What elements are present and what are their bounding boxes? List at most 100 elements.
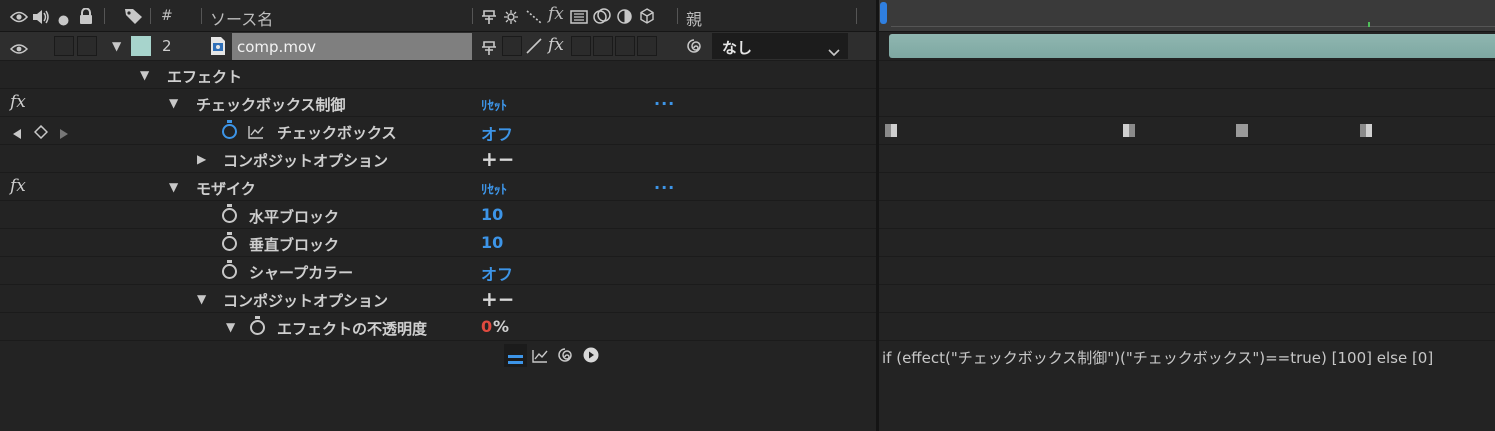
effect-opacity-row[interactable]: ▼ エフェクトの不透明度 0 % [0, 313, 876, 341]
reset-link[interactable]: ﾘｾｯﾄ [481, 95, 507, 114]
composite-options-row[interactable]: ▼ コンポジットオプション +− [0, 285, 876, 313]
eye-icon[interactable] [9, 9, 29, 28]
label-tag-icon[interactable] [124, 8, 143, 28]
mosaic-row[interactable]: fx ▼ モザイク ﾘｾｯﾄ ... [0, 173, 876, 201]
stopwatch-icon[interactable] [222, 120, 237, 139]
hold-keyframe[interactable] [1122, 124, 1135, 137]
track-row [879, 61, 1495, 89]
stopwatch-icon[interactable] [250, 316, 265, 335]
hold-keyframe[interactable] [885, 124, 897, 137]
parent-dropdown[interactable]: なし [712, 33, 848, 59]
solo-toggle[interactable] [54, 36, 74, 56]
collapse-icon[interactable] [504, 9, 518, 28]
graph-icon[interactable] [532, 348, 548, 367]
horizontal-blocks-value[interactable]: 10 [481, 205, 503, 224]
motion-blur-toggle[interactable] [593, 36, 613, 56]
keyframe-track [879, 117, 1495, 145]
fx-switch-icon[interactable]: fx [10, 92, 26, 112]
track-row [879, 257, 1495, 285]
horizontal-blocks-row[interactable]: 水平ブロック 10 [0, 201, 876, 229]
expression-text[interactable]: if (effect("チェックボックス制御")("チェックボックス")==tr… [882, 347, 1433, 368]
expression-enable-button[interactable] [504, 344, 527, 367]
layer-row[interactable]: ▼ 2 comp.mov fx なし [0, 32, 876, 61]
quality-slash-icon[interactable] [526, 38, 542, 58]
graph-icon[interactable] [248, 124, 264, 143]
language-menu-icon[interactable] [583, 347, 599, 367]
composite-options-row[interactable]: ▶ コンポジットオプション +− [0, 145, 876, 173]
checkbox-property-value[interactable]: オフ [481, 121, 513, 145]
layer-duration-bar[interactable] [889, 34, 1495, 58]
expand-triangle-icon[interactable]: ▼ [169, 96, 178, 110]
horizontal-blocks-name: 水平ブロック [249, 208, 340, 226]
time-ruler[interactable] [879, 0, 1495, 32]
fx-switch-icon[interactable]: fx [10, 176, 26, 196]
header-separator [856, 8, 857, 24]
more-options-link[interactable]: ... [654, 90, 675, 109]
speaker-icon[interactable] [32, 9, 50, 28]
vertical-blocks-value[interactable]: 10 [481, 233, 503, 252]
3d-layer-icon[interactable] [639, 8, 655, 28]
vertical-blocks-name: 垂直ブロック [249, 236, 340, 254]
add-keyframe-icon[interactable] [33, 124, 49, 143]
more-options-link[interactable]: ... [654, 174, 675, 193]
expand-triangle-icon[interactable]: ▶ [197, 152, 206, 166]
expand-triangle-icon[interactable]: ▼ [169, 180, 178, 194]
composite-add-remove[interactable]: +− [481, 287, 515, 311]
stopwatch-icon[interactable] [222, 204, 237, 223]
checkbox-control-row[interactable]: fx ▼ チェックボックス制御 ﾘｾｯﾄ ... [0, 89, 876, 117]
shy-icon[interactable] [481, 40, 497, 59]
layer-panel: # ソース名 fx 親 ▼ 2 comp.mov fx なし ▼ エフェクト f… [0, 0, 876, 431]
effect-opacity-value[interactable]: 0 [481, 317, 492, 336]
sharp-colors-value[interactable]: オフ [481, 261, 513, 285]
hold-keyframe[interactable] [1236, 124, 1248, 137]
layer-name-field[interactable]: comp.mov [232, 33, 472, 60]
expand-triangle-icon[interactable]: ▼ [226, 320, 235, 334]
motion-blur-icon[interactable] [593, 8, 613, 28]
checkbox-property-row[interactable]: チェックボックス オフ [0, 117, 876, 145]
effect-toggle[interactable]: fx [548, 35, 564, 55]
label-color-swatch[interactable] [131, 36, 151, 56]
shy-icon[interactable] [481, 9, 497, 28]
lock-icon[interactable] [79, 7, 93, 28]
effects-group-row[interactable]: ▼ エフェクト [0, 61, 876, 89]
expression-row[interactable] [0, 341, 876, 369]
adjustment-layer-icon[interactable] [617, 9, 632, 28]
source-name-header[interactable]: ソース名 [210, 6, 273, 30]
pickwhip-icon[interactable] [686, 38, 702, 58]
expression-track[interactable]: if (effect("チェックボックス制御")("チェックボックス")==tr… [879, 341, 1495, 369]
layer-number: 2 [162, 37, 172, 55]
parent-dropdown-value: なし [722, 39, 753, 57]
lock-toggle[interactable] [77, 36, 97, 56]
effects-label: エフェクト [167, 68, 243, 86]
adjustment-toggle[interactable] [615, 36, 635, 56]
pickwhip-icon[interactable] [557, 347, 573, 367]
layer-expand-icon[interactable]: ▼ [112, 39, 121, 53]
layer-name: comp.mov [237, 38, 316, 56]
quality-icon[interactable] [526, 9, 542, 28]
vertical-blocks-row[interactable]: 垂直ブロック 10 [0, 229, 876, 257]
sharp-colors-row[interactable]: シャープカラー オフ [0, 257, 876, 285]
header-separator [104, 8, 105, 24]
expand-triangle-icon[interactable]: ▼ [140, 68, 149, 82]
equals-icon [508, 350, 523, 369]
frame-blend-toggle[interactable] [571, 36, 591, 56]
expand-triangle-icon[interactable]: ▼ [197, 292, 206, 306]
parent-header[interactable]: 親 [686, 6, 702, 30]
current-time-indicator[interactable] [880, 2, 887, 24]
hold-keyframe[interactable] [1360, 124, 1373, 137]
composite-add-remove[interactable]: +− [481, 147, 515, 171]
collapse-toggle[interactable] [502, 36, 522, 56]
eye-icon[interactable] [9, 40, 29, 59]
work-area-marker [1368, 22, 1370, 27]
solo-icon[interactable] [58, 11, 69, 30]
next-keyframe-icon[interactable] [59, 125, 69, 144]
header-separator [472, 8, 473, 24]
stopwatch-icon[interactable] [222, 260, 237, 279]
effect-header[interactable]: fx [548, 4, 564, 24]
reset-link[interactable]: ﾘｾｯﾄ [481, 179, 507, 198]
frame-blend-icon[interactable] [570, 9, 588, 28]
stopwatch-icon[interactable] [222, 232, 237, 251]
prev-keyframe-icon[interactable] [12, 125, 22, 144]
3d-toggle[interactable] [637, 36, 657, 56]
layer-number-header[interactable]: # [161, 8, 173, 24]
